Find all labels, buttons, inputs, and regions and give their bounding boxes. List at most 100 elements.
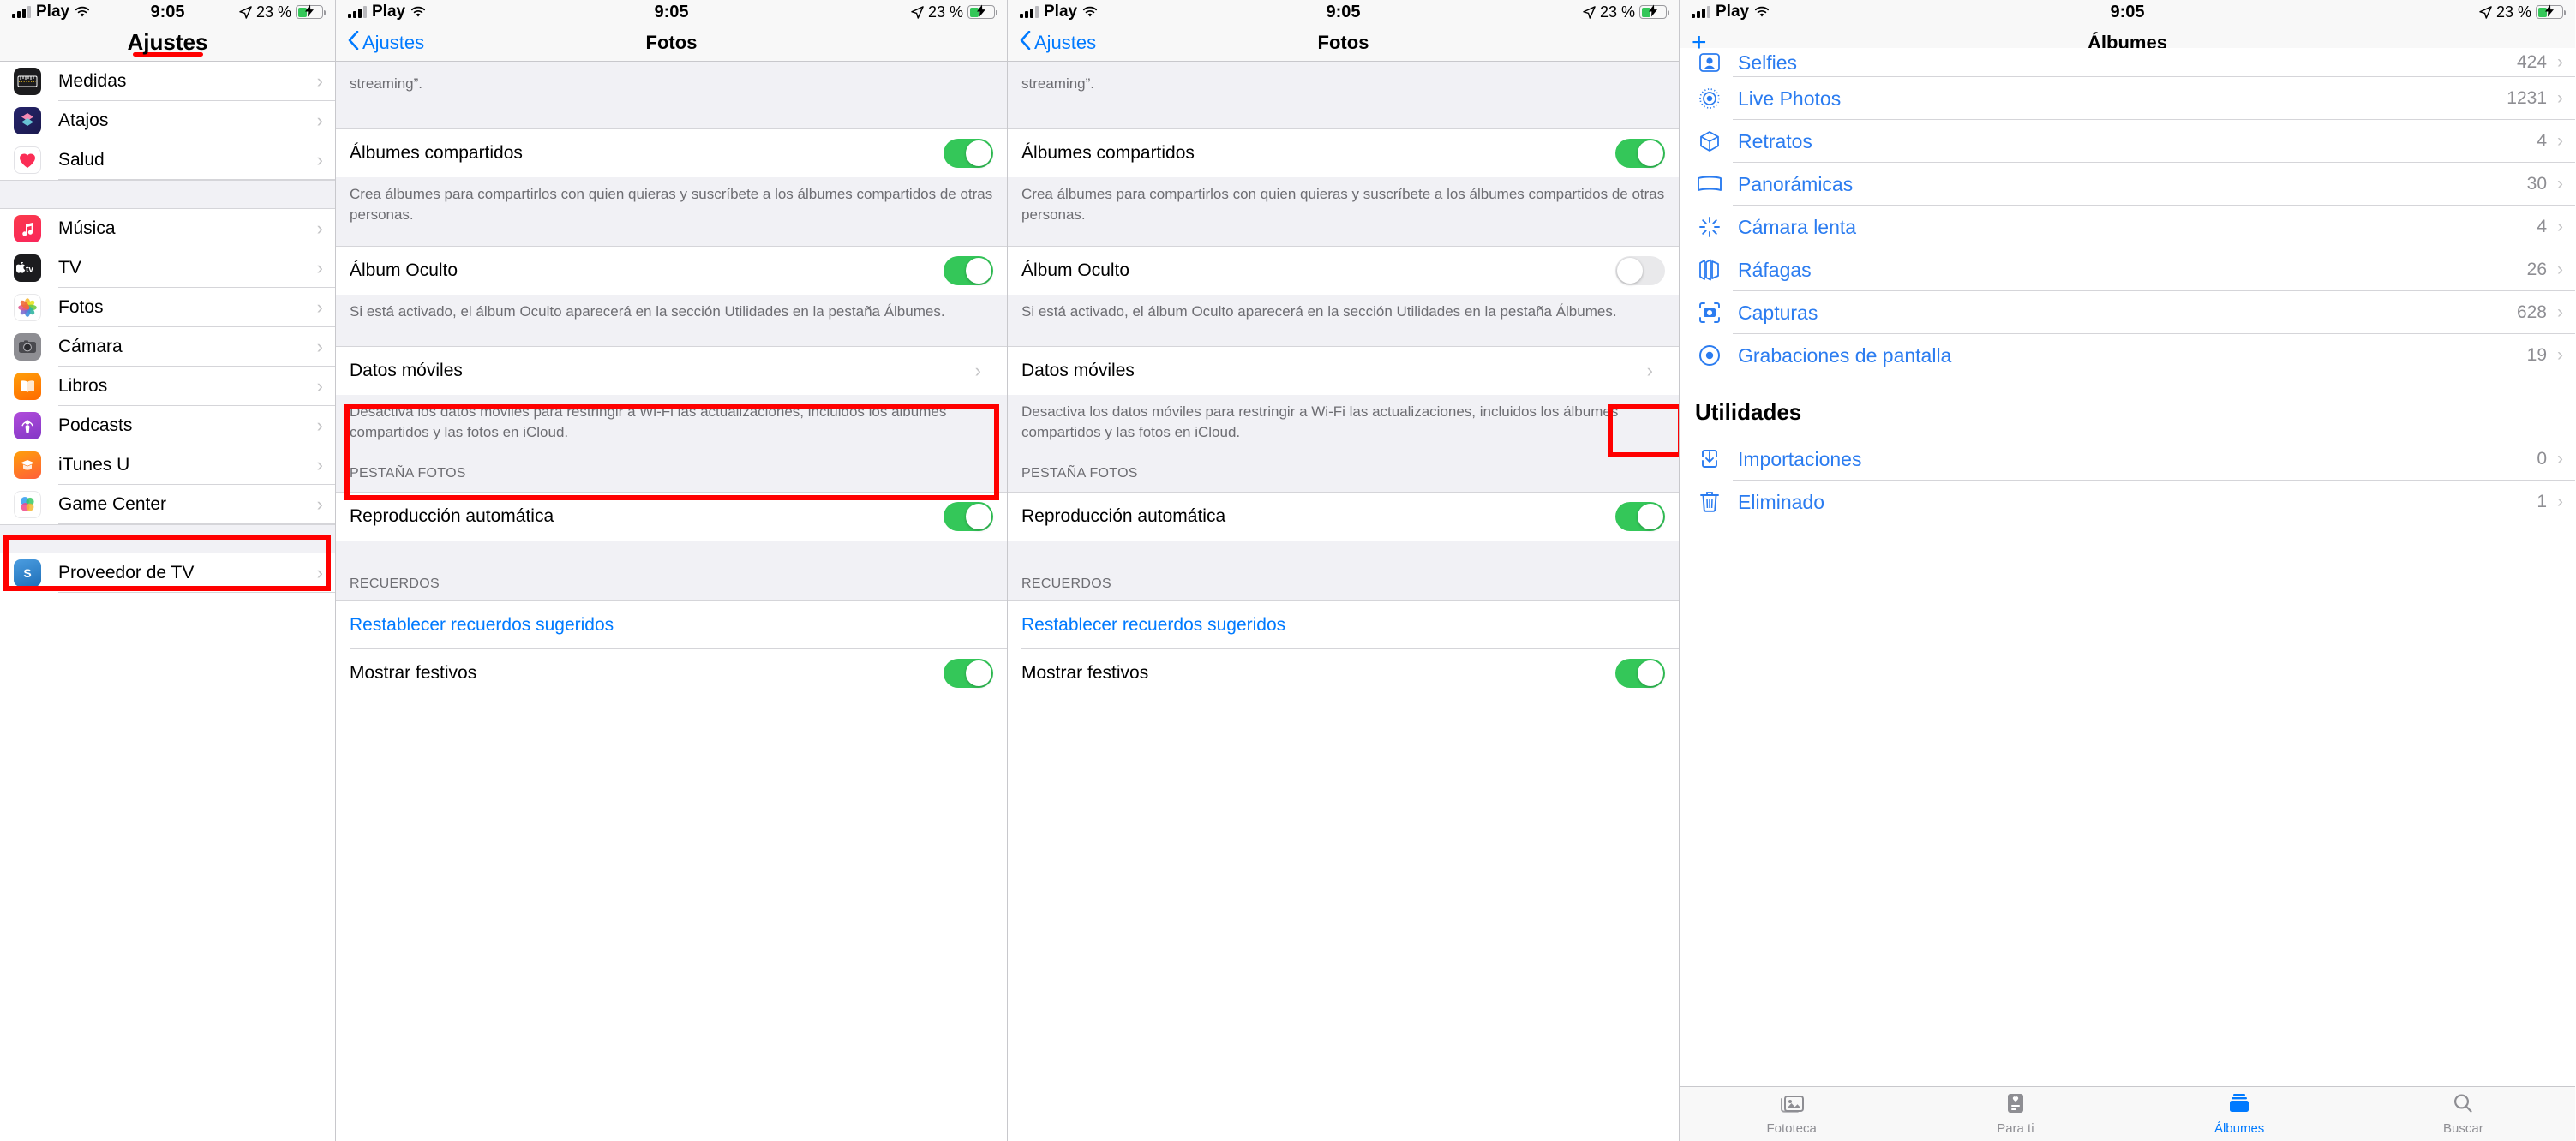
autoplay-label: Reproducción automática bbox=[350, 505, 554, 526]
location-arrow-icon bbox=[239, 5, 252, 19]
settings-row-podcasts[interactable]: Podcasts › bbox=[0, 406, 335, 445]
chevron-left-icon bbox=[348, 30, 359, 55]
wifi-icon bbox=[1754, 6, 1770, 18]
photo-stream-footer: streaming”. bbox=[1008, 62, 1679, 107]
album-label: Capturas bbox=[1738, 301, 1818, 324]
itunesu-app-icon bbox=[14, 451, 41, 479]
cellular-data-row[interactable]: Datos móviles › bbox=[336, 346, 1007, 395]
show-holidays-toggle[interactable] bbox=[1615, 658, 1665, 688]
settings-row-libros[interactable]: Libros › bbox=[0, 367, 335, 406]
tab-buscar[interactable]: Buscar bbox=[2351, 1092, 2575, 1136]
books-app-icon bbox=[14, 373, 41, 400]
wifi-icon bbox=[1082, 6, 1098, 18]
album-row-capturas[interactable]: Capturas 628 › bbox=[1680, 291, 2575, 334]
trash-icon bbox=[1695, 490, 1724, 514]
location-arrow-icon bbox=[1583, 5, 1596, 19]
chevron-right-icon: › bbox=[316, 336, 323, 357]
cellular-data-footer: Desactiva los datos móviles para restrin… bbox=[1008, 394, 1679, 456]
chevron-right-icon: › bbox=[316, 70, 323, 92]
shared-albums-row[interactable]: Álbumes compartidos bbox=[1008, 128, 1679, 177]
navbar-photos: Ajustes Fotos bbox=[336, 24, 1007, 62]
autoplay-toggle[interactable] bbox=[944, 501, 993, 531]
album-row-grabaciones-pantalla[interactable]: Grabaciones de pantalla 19 › bbox=[1680, 334, 2575, 377]
settings-row-tv[interactable]: tv TV › bbox=[0, 248, 335, 288]
album-label: Grabaciones de pantalla bbox=[1738, 343, 1952, 367]
tab-para-ti[interactable]: Para ti bbox=[1903, 1092, 2127, 1136]
album-row-camara-lenta[interactable]: Cámara lenta 4 › bbox=[1680, 206, 2575, 248]
settings-row-itunesu[interactable]: iTunes U › bbox=[0, 445, 335, 485]
panel-settings-list: Play 9:05 23 % Ajustes Medidas › Atajos … bbox=[0, 0, 336, 1141]
utility-row-importaciones[interactable]: Importaciones 0 › bbox=[1680, 438, 2575, 481]
back-button-ajustes[interactable]: Ajustes bbox=[1020, 30, 1096, 55]
chevron-right-icon: › bbox=[1646, 359, 1653, 381]
back-button-ajustes[interactable]: Ajustes bbox=[348, 30, 424, 55]
chevron-right-icon: › bbox=[316, 415, 323, 436]
settings-row-proveedor-tv[interactable]: S Proveedor de TV › bbox=[0, 553, 335, 593]
photo-library-icon bbox=[1779, 1092, 1805, 1119]
settings-row-musica[interactable]: Música › bbox=[0, 209, 335, 248]
shared-albums-label: Álbumes compartidos bbox=[1021, 142, 1195, 163]
album-label: Retratos bbox=[1738, 129, 1812, 152]
album-row-selfies[interactable]: Selfies 424 › bbox=[1680, 48, 2575, 77]
show-holidays-row[interactable]: Mostrar festivos bbox=[1008, 648, 1679, 697]
cellular-bars-icon bbox=[12, 6, 31, 18]
chevron-right-icon: › bbox=[316, 375, 323, 397]
cellular-data-footer: Desactiva los datos móviles para restrin… bbox=[336, 394, 1007, 456]
reset-memories-row[interactable]: Restablecer recuerdos sugeridos bbox=[336, 600, 1007, 649]
album-row-retratos[interactable]: Retratos 4 › bbox=[1680, 120, 2575, 163]
utility-count: 1 bbox=[2537, 492, 2547, 511]
album-row-rafagas[interactable]: Ráfagas 26 › bbox=[1680, 248, 2575, 291]
battery-charging-icon bbox=[967, 4, 998, 19]
settings-row-camara[interactable]: Cámara › bbox=[0, 327, 335, 367]
utility-row-eliminado[interactable]: Eliminado 1 › bbox=[1680, 481, 2575, 523]
album-row-live-photos[interactable]: Live Photos 1231 › bbox=[1680, 77, 2575, 120]
tab-albumes[interactable]: Álbumes bbox=[2128, 1092, 2351, 1136]
cellular-bars-icon bbox=[1692, 6, 1710, 18]
status-bar-clock: 9:05 bbox=[654, 2, 689, 21]
autoplay-toggle[interactable] bbox=[1615, 501, 1665, 531]
shared-albums-row[interactable]: Álbumes compartidos bbox=[336, 128, 1007, 177]
shared-albums-toggle[interactable] bbox=[944, 138, 993, 168]
tab-fototeca[interactable]: Fototeca bbox=[1680, 1092, 1903, 1136]
battery-charging-icon bbox=[2536, 4, 2567, 19]
settings-row-label: Libros bbox=[58, 376, 108, 396]
add-album-button[interactable]: + bbox=[1692, 29, 1707, 56]
album-row-panoramicas[interactable]: Panorámicas 30 › bbox=[1680, 163, 2575, 206]
show-holidays-toggle[interactable] bbox=[944, 658, 993, 688]
hidden-album-row[interactable]: Álbum Oculto bbox=[336, 246, 1007, 295]
gamecenter-app-icon bbox=[14, 491, 41, 518]
reset-memories-row[interactable]: Restablecer recuerdos sugeridos bbox=[1008, 600, 1679, 649]
battery-charging-icon bbox=[1639, 4, 1670, 19]
battery-percent-label: 23 % bbox=[927, 3, 963, 21]
music-app-icon bbox=[14, 215, 41, 242]
cellular-data-row[interactable]: Datos móviles › bbox=[1008, 346, 1679, 395]
hidden-album-toggle[interactable] bbox=[944, 255, 993, 285]
memories-header: RECUERDOS bbox=[336, 576, 1007, 601]
chevron-right-icon: › bbox=[2557, 492, 2563, 511]
settings-row-label: Medidas bbox=[58, 71, 127, 91]
utility-label: Importaciones bbox=[1738, 447, 1862, 470]
slow-motion-icon bbox=[1695, 215, 1724, 239]
chevron-right-icon: › bbox=[2557, 174, 2563, 194]
settings-row-gamecenter[interactable]: Game Center › bbox=[0, 485, 335, 524]
burst-icon bbox=[1695, 259, 1724, 281]
settings-row-atajos[interactable]: Atajos › bbox=[0, 101, 335, 140]
show-holidays-row[interactable]: Mostrar festivos bbox=[336, 648, 1007, 697]
hidden-album-toggle[interactable] bbox=[1615, 255, 1665, 285]
chevron-right-icon: › bbox=[974, 359, 981, 381]
status-bar-right: 23 % bbox=[239, 3, 326, 21]
autoplay-row[interactable]: Reproducción automática bbox=[1008, 492, 1679, 541]
battery-percent-label: 23 % bbox=[255, 3, 291, 21]
settings-row-medidas[interactable]: Medidas › bbox=[0, 62, 335, 101]
svg-text:tv: tv bbox=[26, 266, 33, 275]
multi-panel-screenshot: Play 9:05 23 % Ajustes Medidas › Atajos … bbox=[0, 0, 2576, 1141]
settings-row-salud[interactable]: Salud › bbox=[0, 140, 335, 180]
hidden-album-label: Álbum Oculto bbox=[1021, 260, 1130, 280]
svg-text:S: S bbox=[23, 566, 31, 580]
shared-albums-toggle[interactable] bbox=[1615, 138, 1665, 168]
settings-row-fotos[interactable]: Fotos › bbox=[0, 288, 335, 327]
autoplay-row[interactable]: Reproducción automática bbox=[336, 492, 1007, 541]
tv-app-icon: tv bbox=[14, 254, 41, 282]
hidden-album-row[interactable]: Álbum Oculto bbox=[1008, 246, 1679, 295]
settings-row-label: Fotos bbox=[58, 297, 104, 317]
